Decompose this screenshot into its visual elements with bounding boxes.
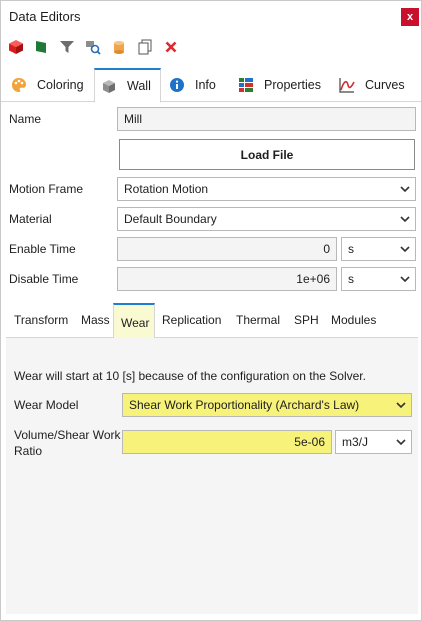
tab-mass[interactable]: Mass — [81, 313, 110, 327]
wall-icon — [103, 80, 115, 93]
sub-tab-bar: Transform Mass Wear Replication Thermal … — [6, 303, 418, 339]
disable-time-field[interactable]: 1e+06 — [117, 267, 337, 291]
ratio-value: 5e-06 — [294, 435, 325, 449]
tab-replication[interactable]: Replication — [162, 313, 221, 327]
tab-coloring[interactable]: Coloring — [11, 68, 84, 102]
name-label: Name — [9, 112, 42, 126]
tab-modules[interactable]: Modules — [331, 313, 376, 327]
tab-wall[interactable]: Wall — [94, 68, 161, 103]
copy-icon[interactable] — [137, 39, 153, 55]
enable-time-field[interactable]: 0 — [117, 237, 337, 261]
disable-time-unit-select[interactable]: s — [341, 267, 416, 291]
ratio-field[interactable]: 5e-06 — [122, 430, 332, 454]
window-title: Data Editors — [9, 9, 81, 24]
cylinder-icon[interactable] — [111, 39, 127, 55]
tab-label: Wall — [127, 79, 151, 93]
tab-sph[interactable]: SPH — [294, 313, 319, 327]
wear-model-label: Wear Model — [14, 398, 79, 412]
palette-icon — [12, 78, 26, 92]
name-field[interactable]: Mill — [117, 107, 416, 131]
toolbar — [1, 35, 421, 61]
enable-time-unit-select[interactable]: s — [341, 237, 416, 261]
wear-model-select[interactable]: Shear Work Proportionality (Archard's La… — [122, 393, 412, 417]
search-icon[interactable] — [85, 39, 101, 55]
ratio-unit: m3/J — [342, 435, 369, 449]
material-label: Material — [9, 212, 52, 226]
wear-start-note: Wear will start at 10 [s] because of the… — [14, 369, 366, 383]
ratio-label-line2: Ratio — [14, 444, 43, 458]
ratio-unit-select[interactable]: m3/J — [335, 430, 412, 454]
motion-frame-value: Rotation Motion — [124, 182, 209, 196]
title-bar: Data Editors x — [1, 1, 421, 31]
ratio-label-line1: Volume/Shear Work — [14, 428, 121, 442]
properties-icon — [239, 78, 253, 92]
tab-info[interactable]: Info — [169, 68, 216, 102]
motion-frame-label: Motion Frame — [9, 182, 84, 196]
enable-time-value: 0 — [323, 242, 330, 256]
flag-icon[interactable] — [33, 39, 49, 55]
tab-thermal[interactable]: Thermal — [236, 313, 280, 327]
wear-model-value: Shear Work Proportionality (Archard's La… — [129, 398, 360, 412]
disable-time-unit: s — [348, 272, 354, 286]
tab-label: Info — [195, 78, 216, 92]
close-button[interactable]: x — [401, 8, 419, 26]
delete-icon[interactable] — [163, 39, 179, 55]
tab-wear[interactable]: Wear — [113, 303, 155, 339]
name-value: Mill — [124, 112, 142, 126]
chevron-down-icon — [396, 439, 406, 446]
motion-frame-select[interactable]: Rotation Motion — [117, 177, 416, 201]
info-icon — [170, 78, 184, 92]
cube-icon[interactable] — [8, 39, 24, 55]
disable-time-label: Disable Time — [9, 272, 79, 286]
chevron-down-icon — [400, 276, 410, 283]
tab-label: Coloring — [37, 78, 84, 92]
enable-time-label: Enable Time — [9, 242, 76, 256]
material-value: Default Boundary — [124, 212, 217, 226]
tab-curves[interactable]: Curves — [339, 68, 405, 102]
chevron-down-icon — [400, 246, 410, 253]
tab-properties[interactable]: Properties — [238, 68, 321, 102]
material-select[interactable]: Default Boundary — [117, 207, 416, 231]
enable-time-unit: s — [348, 242, 354, 256]
filter-icon[interactable] — [59, 39, 75, 55]
data-editors-window: Data Editors x Coloring Wall Info Proper… — [0, 0, 422, 621]
tab-label: Properties — [264, 78, 321, 92]
load-file-button[interactable]: Load File — [119, 139, 415, 170]
tab-label: Curves — [365, 78, 405, 92]
tab-transform[interactable]: Transform — [14, 313, 68, 327]
disable-time-value: 1e+06 — [296, 272, 330, 286]
chevron-down-icon — [396, 402, 406, 409]
chevron-down-icon — [400, 186, 410, 193]
main-tab-bar: Coloring Wall Info Properties Curves — [1, 68, 421, 103]
curve-icon — [339, 78, 355, 93]
chevron-down-icon — [400, 216, 410, 223]
